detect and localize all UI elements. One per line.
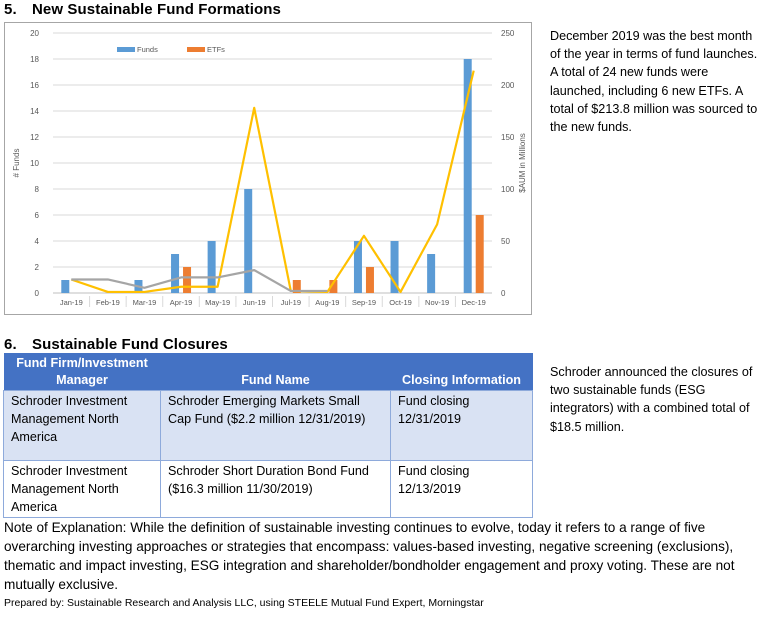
x-tick-label: May-19 <box>205 298 230 307</box>
x-tick-label: Jun-19 <box>243 298 266 307</box>
y-tick-label: 16 <box>30 81 39 90</box>
cell-closing-info: Fund closing 12/31/2019 <box>390 390 533 461</box>
section-number: 6. <box>4 336 17 353</box>
fund-closures-summary: Schroder announced the closures of two s… <box>550 365 753 434</box>
x-tick-label: Feb-19 <box>96 298 120 307</box>
y2-tick-label: 150 <box>501 133 515 142</box>
fund-formations-summary: December 2019 was the best month of the … <box>550 29 758 135</box>
header-fund-name: Fund Name <box>160 353 391 391</box>
cell-closing-info: Fund closing 12/13/2019 <box>390 460 533 518</box>
x-tick-label: Mar-19 <box>133 298 157 307</box>
legend-swatch-etfs <box>187 47 205 52</box>
x-tick-label: Apr-19 <box>170 298 193 307</box>
cell-fund-name: Schroder Short Duration Bond Fund ($16.3… <box>160 460 391 518</box>
bar-funds <box>244 189 253 293</box>
x-tick-label: Dec-19 <box>462 298 486 307</box>
x-tick-label: Sep-19 <box>352 298 376 307</box>
bar-etfs <box>365 267 374 293</box>
cell-manager: Schroder Investment Management North Ame… <box>3 390 161 461</box>
table-row: Schroder Investment Management North Ame… <box>3 390 533 461</box>
section-title: New Sustainable Fund Formations <box>32 1 281 18</box>
header-closing-info: Closing Information <box>390 353 533 391</box>
fund-closures-table: Fund Firm/Investment Manager Fund Name C… <box>3 353 533 518</box>
x-tick-label: Nov-19 <box>425 298 449 307</box>
table-header-row: Fund Firm/Investment Manager Fund Name C… <box>3 353 533 391</box>
y-tick-label: 2 <box>35 263 40 272</box>
x-tick-label: Aug-19 <box>315 298 339 307</box>
y-tick-label: 20 <box>30 29 39 38</box>
note-of-explanation: Note of Explanation: While the definitio… <box>4 520 735 592</box>
y2-tick-label: 250 <box>501 29 515 38</box>
bar-funds <box>427 254 436 293</box>
y-tick-label: 14 <box>30 107 39 116</box>
bar-funds <box>207 241 216 293</box>
x-tick-label: Jul-19 <box>281 298 301 307</box>
y-tick-label: 10 <box>30 159 39 168</box>
y-tick-label: 12 <box>30 133 39 142</box>
header-manager: Fund Firm/Investment Manager <box>3 353 161 391</box>
y-tick-label: 8 <box>35 185 40 194</box>
x-tick-label: Oct-19 <box>389 298 412 307</box>
table-row: Schroder Investment Management North Ame… <box>3 460 533 518</box>
section-number: 5. <box>4 1 17 18</box>
y-tick-label: 6 <box>35 211 40 220</box>
series-line-1 <box>70 70 475 294</box>
cell-fund-name: Schroder Emerging Markets Small Cap Fund… <box>160 390 391 461</box>
y-tick-label: 0 <box>35 289 40 298</box>
legend-swatch-funds <box>117 47 135 52</box>
bar-etfs <box>475 215 484 293</box>
prepared-by: Prepared by: Sustainable Research and An… <box>4 597 484 609</box>
cell-manager: Schroder Investment Management North Ame… <box>3 460 161 518</box>
bar-funds <box>61 280 70 293</box>
chart-svg: 02468101214161820050100150200250Jan-19 Fe… <box>12 29 527 307</box>
y2-tick-label: 50 <box>501 237 510 246</box>
y-tick-label: 18 <box>30 55 39 64</box>
y-tick-label: 4 <box>35 237 40 246</box>
y2-tick-label: 0 <box>501 289 506 298</box>
fund-formations-chart: 0 2 4 6 8 10 12 14 16 18 20 0 50 100 150 200 250 Jan-19 Fe… <box>4 22 532 315</box>
x-tick-label: Jan-19 <box>60 298 83 307</box>
y2-axis-title: $AUM in Millions <box>518 133 527 193</box>
legend-label-etfs: ETFs <box>207 45 225 54</box>
section-6-heading: 6. Sustainable Fund Closures <box>4 336 228 353</box>
y2-tick-label: 100 <box>501 185 515 194</box>
y2-tick-label: 200 <box>501 81 515 90</box>
y-axis-title: # Funds <box>12 149 21 178</box>
legend-label-funds: Funds <box>137 45 158 54</box>
section-5-heading: 5. New Sustainable Fund Formations <box>4 1 281 18</box>
bar-etfs <box>183 267 192 293</box>
section-title: Sustainable Fund Closures <box>32 336 228 353</box>
